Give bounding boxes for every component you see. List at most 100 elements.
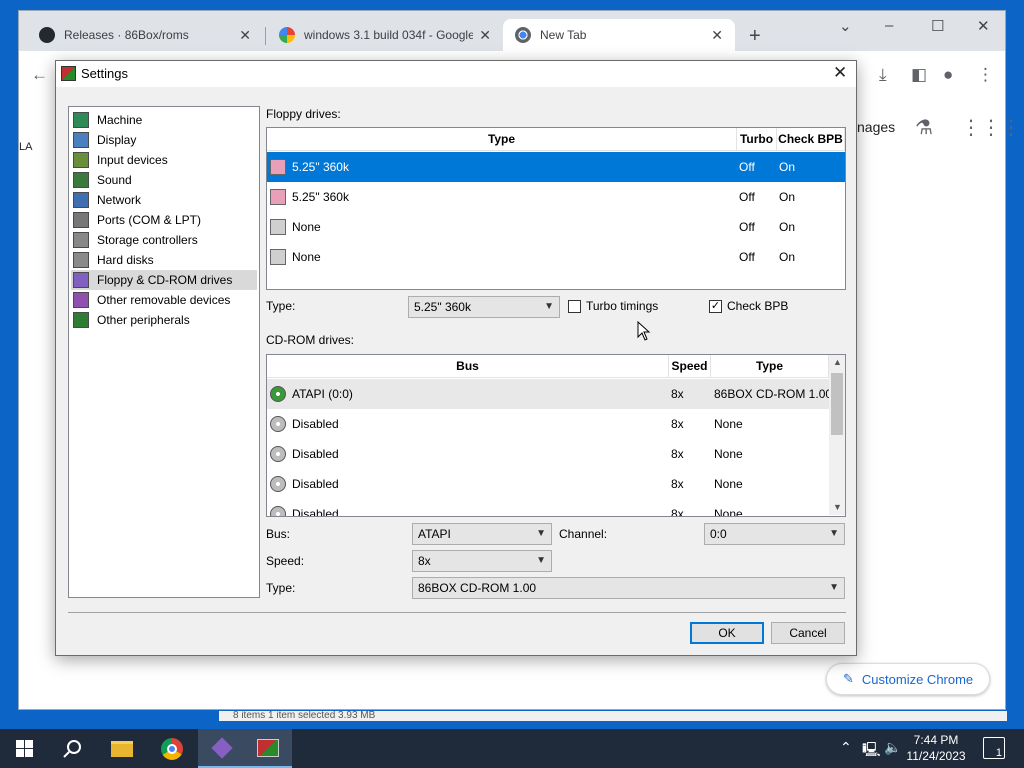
mouse-cursor-icon: [637, 321, 651, 341]
check-bpb-label: Check BPB: [727, 299, 789, 313]
chevron-down-icon: ▼: [536, 528, 546, 539]
scroll-down-icon[interactable]: ▼: [833, 502, 842, 512]
cdrom-bus-dropdown[interactable]: ATAPI ▼: [412, 523, 552, 545]
cdrom-drives-list[interactable]: Bus Speed Type ATAPI (0:0) 8x 86BOX CD-ROM…: [266, 354, 846, 517]
cancel-button[interactable]: Cancel: [771, 622, 845, 644]
new-tab-button[interactable]: +: [749, 25, 761, 48]
chrome-taskbar-button[interactable]: [148, 729, 196, 768]
network-status-icon[interactable]: 🖳: [862, 739, 881, 763]
desktop-label-fragment: LA: [19, 141, 33, 153]
peripherals-icon: [73, 312, 89, 328]
nav-item-floppy-cdrom[interactable]: Floppy & CD-ROM drives: [71, 270, 257, 290]
turbo-timings-checkbox[interactable]: [568, 300, 581, 313]
floppy-cdrom-icon: [73, 272, 89, 288]
nav-item-label: Ports (COM & LPT): [97, 213, 202, 227]
floppy-cell-turbo: Off: [739, 250, 755, 264]
download-icon[interactable]: ⤓: [879, 65, 887, 85]
nav-item-machine[interactable]: Machine: [71, 110, 257, 130]
floppy-row[interactable]: None Off On: [267, 212, 845, 242]
customize-chrome-button[interactable]: ✎ Customize Chrome: [826, 663, 990, 695]
display-icon: [73, 132, 89, 148]
google-icon: [279, 27, 295, 43]
scroll-up-icon[interactable]: ▲: [833, 357, 842, 367]
ntp-images-link[interactable]: nages: [857, 119, 895, 135]
volume-muted-icon[interactable]: 🔈: [884, 739, 901, 756]
column-header-speed[interactable]: Speed: [669, 355, 711, 378]
floppy-drives-list[interactable]: Type Turbo Check BPB 5.25" 360k Off On 5.25…: [266, 127, 846, 290]
show-hidden-icons-icon[interactable]: ⌃: [840, 739, 852, 756]
nav-item-hard-disk[interactable]: Hard disks: [71, 250, 257, 270]
ok-button[interactable]: OK: [690, 622, 764, 644]
cdrom-speed-dropdown[interactable]: 8x ▼: [412, 550, 552, 572]
close-tab-icon[interactable]: ✕: [479, 27, 491, 44]
cdrom-row[interactable]: Disabled 8x None: [267, 499, 829, 516]
dialog-close-icon[interactable]: ✕: [833, 63, 847, 83]
maximize-icon[interactable]: ☐: [931, 17, 944, 35]
notification-center-icon[interactable]: 1: [983, 737, 1005, 759]
close-tab-icon[interactable]: ✕: [239, 27, 251, 44]
cdrom-type-label: Type:: [266, 581, 296, 595]
cdrom-cell-type: None: [714, 447, 743, 461]
labs-flask-icon[interactable]: ⚗: [915, 115, 933, 140]
clock-date: 11/24/2023: [906, 749, 966, 763]
floppy-type-dropdown[interactable]: 5.25" 360k ▼: [408, 296, 560, 318]
tab-releases-86box-roms[interactable]: Releases · 86Box/roms ✕: [27, 19, 263, 51]
floppy-row[interactable]: 5.25" 360k Off On: [267, 152, 845, 182]
file-explorer-button[interactable]: [98, 729, 146, 768]
cdrom-row[interactable]: Disabled 8x None: [267, 409, 829, 439]
floppy-row[interactable]: None Off On: [267, 242, 845, 272]
nav-item-speaker[interactable]: Sound: [71, 170, 257, 190]
close-tab-icon[interactable]: ✕: [711, 27, 723, 44]
tab-search-icon[interactable]: ⌄: [839, 17, 852, 35]
check-bpb-checkbox[interactable]: ✓: [709, 300, 722, 313]
profile-icon[interactable]: ●: [943, 65, 953, 85]
cdrom-disabled-icon: [270, 446, 286, 462]
window-close-icon[interactable]: ✕: [977, 17, 990, 35]
minimize-icon[interactable]: –: [885, 17, 893, 34]
column-header-bus[interactable]: Bus: [267, 355, 669, 378]
side-panel-icon[interactable]: ◧: [911, 65, 927, 85]
nav-item-storage[interactable]: Storage controllers: [71, 230, 257, 250]
column-header-type[interactable]: Type: [711, 355, 829, 378]
cdrom-row[interactable]: Disabled 8x None: [267, 439, 829, 469]
nav-item-keyboard[interactable]: Input devices: [71, 150, 257, 170]
menu-icon[interactable]: ⋮: [977, 65, 994, 85]
taskbar-clock[interactable]: 7:44 PM 11/24/2023: [906, 732, 966, 764]
86box-icon: [257, 738, 279, 757]
removable-icon: [73, 292, 89, 308]
dialog-titlebar[interactable]: Settings ✕: [56, 61, 856, 87]
tab-windows-search[interactable]: windows 3.1 build 034f - Google ✕: [267, 19, 503, 51]
86box-taskbar-button[interactable]: [244, 729, 292, 768]
visual-studio-button[interactable]: [198, 729, 246, 768]
column-header-check-bpb[interactable]: Check BPB: [777, 128, 845, 151]
floppy-cell-type: None: [292, 220, 321, 234]
pencil-icon: ✎: [843, 671, 854, 686]
cdrom-list-scrollbar[interactable]: ▲ ▼: [829, 355, 845, 515]
cdrom-cell-speed: 8x: [671, 387, 684, 401]
search-button[interactable]: [48, 729, 96, 768]
back-arrow-icon[interactable]: ←: [31, 65, 48, 85]
cdrom-type-dropdown[interactable]: 86BOX CD-ROM 1.00 ▼: [412, 577, 845, 599]
cdrom-cell-speed: 8x: [671, 477, 684, 491]
column-header-turbo[interactable]: Turbo: [737, 128, 777, 151]
cdrom-speed-value: 8x: [418, 554, 431, 568]
nav-item-ports[interactable]: Ports (COM & LPT): [71, 210, 257, 230]
scrollbar-thumb[interactable]: [831, 373, 843, 435]
cdrom-row[interactable]: ATAPI (0:0) 8x 86BOX CD-ROM 1.00: [267, 379, 832, 409]
chrome-icon: [161, 737, 183, 760]
windows-start-button[interactable]: [0, 729, 48, 768]
column-header-type[interactable]: Type: [267, 128, 737, 151]
clock-time: 7:44 PM: [913, 733, 959, 747]
nav-item-network[interactable]: Network: [71, 190, 257, 210]
apps-grid-icon[interactable]: ⋮⋮⋮: [961, 115, 1021, 140]
file-explorer-icon: [111, 740, 133, 757]
nav-item-display[interactable]: Display: [71, 130, 257, 150]
cdrom-row[interactable]: Disabled 8x None: [267, 469, 829, 499]
tab-new-tab[interactable]: New Tab ✕: [503, 19, 735, 51]
nav-item-peripherals[interactable]: Other peripherals: [71, 310, 257, 330]
cdrom-type-value: 86BOX CD-ROM 1.00: [418, 581, 537, 595]
cdrom-channel-dropdown[interactable]: 0:0 ▼: [704, 523, 845, 545]
floppy-row[interactable]: 5.25" 360k Off On: [267, 182, 845, 212]
nav-item-removable[interactable]: Other removable devices: [71, 290, 257, 310]
floppy-type-label: Type:: [266, 299, 296, 313]
